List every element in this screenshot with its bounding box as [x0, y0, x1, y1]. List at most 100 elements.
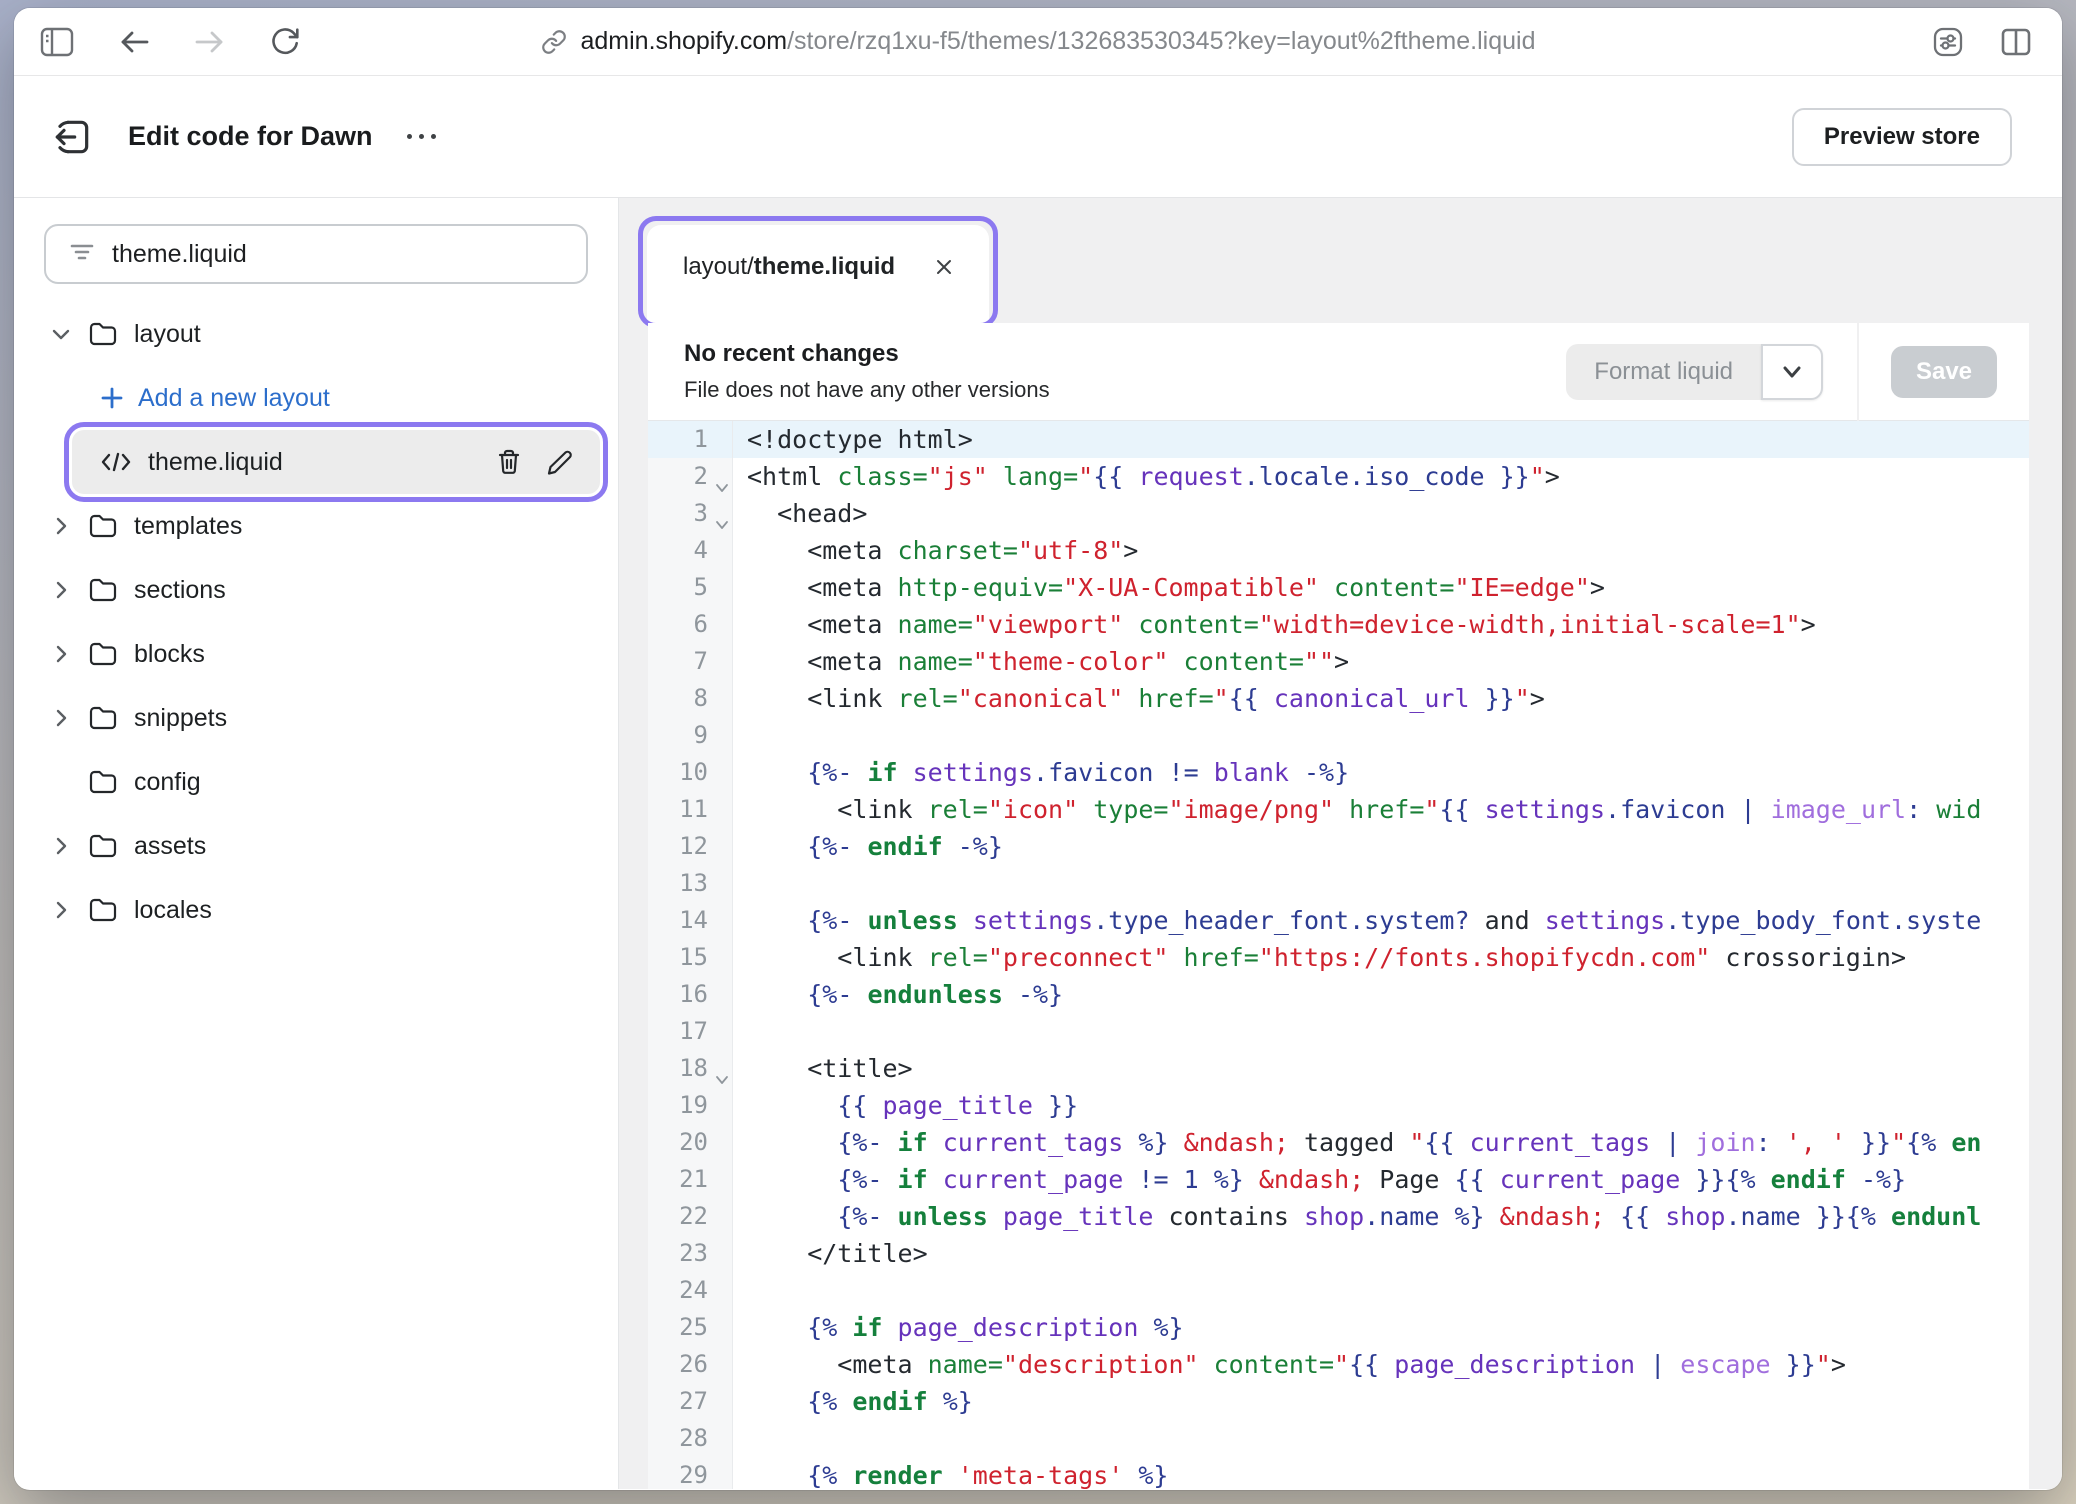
code-line[interactable]: 18 <title>: [648, 1050, 2029, 1087]
exit-editor-icon[interactable]: [52, 118, 92, 156]
folder-icon: [88, 769, 118, 795]
code-editor[interactable]: 1<!doctype html>2<html class="js" lang="…: [648, 421, 2029, 1489]
format-liquid-button[interactable]: Format liquid: [1566, 344, 1823, 400]
code-line-text: [733, 1013, 2029, 1050]
code-line[interactable]: 1<!doctype html>: [648, 421, 2029, 458]
file-search[interactable]: [44, 224, 588, 284]
code-line[interactable]: 7 <meta name="theme-color" content="">: [648, 643, 2029, 680]
more-actions-icon[interactable]: [407, 134, 436, 139]
sidebar-item-assets[interactable]: assets: [14, 814, 618, 878]
code-line[interactable]: 28: [648, 1420, 2029, 1457]
line-number: 28: [648, 1420, 733, 1457]
code-line-text: [733, 717, 2029, 754]
code-line[interactable]: 5 <meta http-equiv="X-UA-Compatible" con…: [648, 569, 2029, 606]
close-tab-icon[interactable]: [935, 258, 953, 276]
folder-icon: [88, 577, 118, 603]
code-line[interactable]: 27 {% endif %}: [648, 1383, 2029, 1420]
code-line[interactable]: 3 <head>: [648, 495, 2029, 532]
code-line[interactable]: 9: [648, 717, 2029, 754]
chevron-right-icon[interactable]: [48, 899, 74, 921]
chevron-right-icon[interactable]: [48, 707, 74, 729]
code-line-text: <meta charset="utf-8">: [733, 532, 2029, 569]
reload-icon[interactable]: [270, 26, 300, 58]
tab-label: layout/theme.liquid: [683, 253, 895, 281]
code-line[interactable]: 16 {%- endunless -%}: [648, 976, 2029, 1013]
code-line[interactable]: 24: [648, 1272, 2029, 1309]
folder-label: blocks: [134, 640, 205, 669]
tab-theme-liquid[interactable]: layout/theme.liquid: [647, 225, 989, 323]
back-icon[interactable]: [118, 28, 150, 56]
line-number: 11: [648, 791, 733, 828]
code-line[interactable]: 2<html class="js" lang="{{ request.local…: [648, 458, 2029, 495]
changes-heading: No recent changes: [684, 340, 1050, 368]
preview-store-button[interactable]: Preview store: [1792, 108, 2012, 166]
line-number: 14: [648, 902, 733, 939]
code-line[interactable]: 13: [648, 865, 2029, 902]
code-line[interactable]: 20 {%- if current_tags %} &ndash; tagged…: [648, 1124, 2029, 1161]
code-line-text: <title>: [733, 1050, 2029, 1087]
chevron-right-icon[interactable]: [48, 515, 74, 537]
code-line[interactable]: 17: [648, 1013, 2029, 1050]
search-input[interactable]: [112, 240, 586, 269]
code-line[interactable]: 26 <meta name="description" content="{{ …: [648, 1346, 2029, 1383]
sidebar-item-blocks[interactable]: blocks: [14, 622, 618, 686]
add-layout-label: Add a new layout: [138, 384, 330, 413]
folder-icon: [88, 705, 118, 731]
code-line-text: <meta http-equiv="X-UA-Compatible" conte…: [733, 569, 2029, 606]
file-tree: layout Add a new layout theme.liquidtempla…: [14, 302, 618, 942]
line-number: 23: [648, 1235, 733, 1272]
line-number: 20: [648, 1124, 733, 1161]
code-line[interactable]: 6 <meta name="viewport" content="width=d…: [648, 606, 2029, 643]
sidebar-item-layout[interactable]: layout: [14, 302, 618, 366]
url-text: admin.shopify.com/store/rzq1xu-f5/themes…: [581, 27, 1536, 56]
code-line[interactable]: 19 {{ page_title }}: [648, 1087, 2029, 1124]
code-line[interactable]: 22 {%- unless page_title contains shop.n…: [648, 1198, 2029, 1235]
code-line[interactable]: 21 {%- if current_page != 1 %} &ndash; P…: [648, 1161, 2029, 1198]
address-bar[interactable]: admin.shopify.com/store/rzq1xu-f5/themes…: [541, 27, 1536, 56]
code-line-text: <meta name="theme-color" content="">: [733, 643, 2029, 680]
code-line[interactable]: 4 <meta charset="utf-8">: [648, 532, 2029, 569]
code-line[interactable]: 12 {%- endif -%}: [648, 828, 2029, 865]
app-header: Edit code for Dawn Preview store: [14, 76, 2062, 198]
code-line[interactable]: 25 {% if page_description %}: [648, 1309, 2029, 1346]
forward-icon[interactable]: [194, 28, 226, 56]
sidebar-item-config[interactable]: config: [14, 750, 618, 814]
sidebar-item-snippets[interactable]: snippets: [14, 686, 618, 750]
file-item-theme.liquid[interactable]: theme.liquid: [72, 430, 600, 494]
rename-file-icon[interactable]: [546, 448, 574, 476]
chevron-right-icon[interactable]: [48, 579, 74, 601]
file-sidebar: layout Add a new layout theme.liquidtempla…: [14, 198, 619, 1489]
chevron-down-icon[interactable]: [48, 326, 74, 342]
line-number: 21: [648, 1161, 733, 1198]
folder-label: sections: [134, 576, 226, 605]
filter-icon: [68, 240, 96, 269]
sidebar-item-locales[interactable]: locales: [14, 878, 618, 942]
code-line[interactable]: 11 <link rel="icon" type="image/png" hre…: [648, 791, 2029, 828]
line-number: 5: [648, 569, 733, 606]
sidebar-item-templates[interactable]: templates: [14, 494, 618, 558]
code-line[interactable]: 14 {%- unless settings.type_header_font.…: [648, 902, 2029, 939]
code-line[interactable]: 15 <link rel="preconnect" href="https://…: [648, 939, 2029, 976]
code-line-text: <link rel="preconnect" href="https://fon…: [733, 939, 2029, 976]
save-button[interactable]: Save: [1891, 346, 1997, 398]
chevron-right-icon[interactable]: [48, 835, 74, 857]
page-settings-icon[interactable]: [1932, 26, 1964, 58]
sidebar-item-sections[interactable]: sections: [14, 558, 618, 622]
browser-sidebar-toggle-icon[interactable]: [40, 27, 74, 57]
code-line[interactable]: 8 <link rel="canonical" href="{{ canonic…: [648, 680, 2029, 717]
code-line[interactable]: 10 {%- if settings.favicon != blank -%}: [648, 754, 2029, 791]
line-number: 12: [648, 828, 733, 865]
add-new-layout-link[interactable]: Add a new layout: [14, 366, 618, 430]
split-view-icon[interactable]: [2000, 27, 2032, 57]
line-number: 15: [648, 939, 733, 976]
code-line-text: <head>: [733, 495, 2029, 532]
line-number: 24: [648, 1272, 733, 1309]
code-line[interactable]: 23 </title>: [648, 1235, 2029, 1272]
format-options-chevron-icon[interactable]: [1761, 344, 1823, 400]
folder-label: config: [134, 768, 201, 797]
code-line[interactable]: 29 {% render 'meta-tags' %}: [648, 1457, 2029, 1489]
delete-file-icon[interactable]: [496, 448, 522, 476]
code-line-text: <meta name="viewport" content="width=dev…: [733, 606, 2029, 643]
code-line-text: {%- endif -%}: [733, 828, 2029, 865]
chevron-right-icon[interactable]: [48, 643, 74, 665]
